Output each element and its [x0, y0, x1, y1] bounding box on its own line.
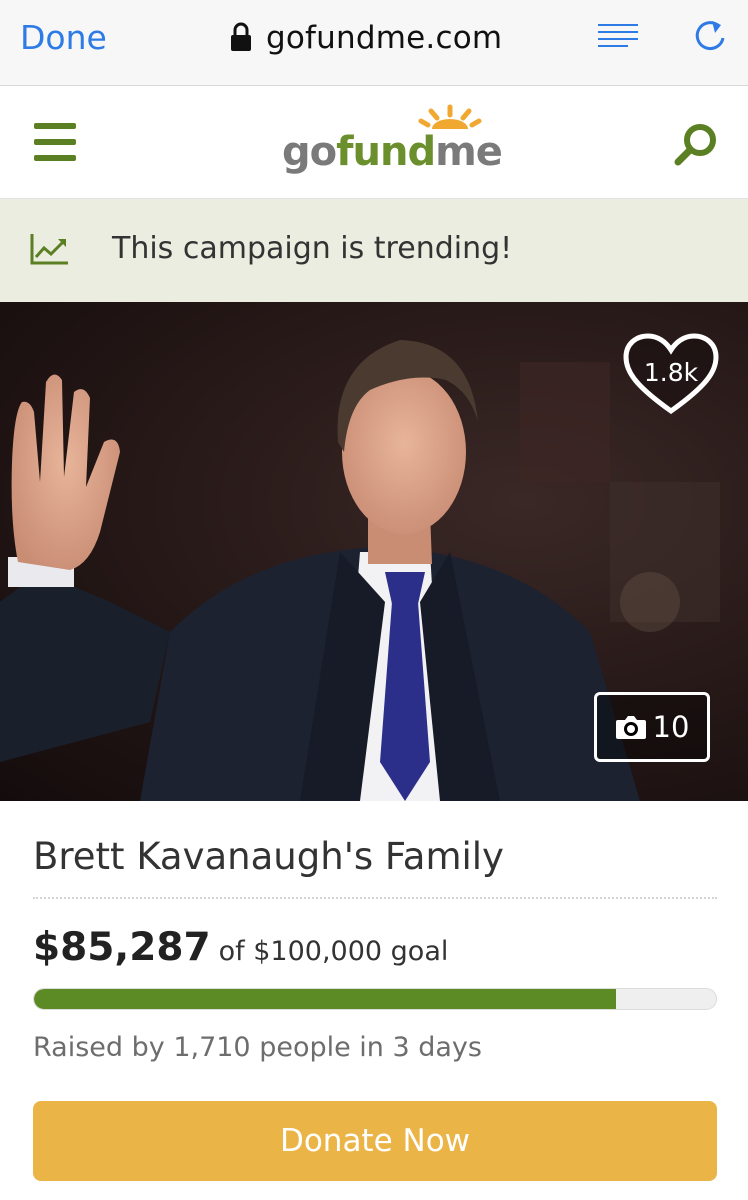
- lock-icon: [230, 22, 252, 54]
- address-bar[interactable]: gofundme.com: [230, 18, 502, 58]
- progress-fill: [34, 989, 616, 1009]
- amount-row: $85,287 of $100,000 goal: [33, 925, 448, 970]
- campaign-photo[interactable]: 1.8k 10: [0, 302, 748, 801]
- camera-icon: [615, 714, 647, 740]
- done-button[interactable]: Done: [20, 18, 107, 57]
- reload-icon[interactable]: [690, 16, 730, 56]
- search-icon[interactable]: [672, 121, 720, 169]
- browser-bar: Done gofundme.com: [0, 0, 748, 86]
- progress-bar: [33, 988, 717, 1010]
- heart-count: 1.8k: [643, 358, 699, 387]
- heart-button[interactable]: 1.8k: [622, 332, 720, 416]
- trending-text: This campaign is trending!: [112, 231, 513, 266]
- raised-amount: $85,287: [33, 925, 211, 970]
- donate-now-button[interactable]: Donate Now: [33, 1101, 717, 1181]
- reader-icon[interactable]: [596, 22, 640, 52]
- campaign-title[interactable]: Brett Kavanaugh's Family: [33, 835, 504, 878]
- goal-text: of $100,000 goal: [218, 936, 449, 967]
- photo-count: 10: [652, 710, 690, 744]
- photo-gallery-button[interactable]: 10: [594, 692, 710, 762]
- trending-chart-icon: [30, 232, 70, 266]
- raised-by-text: Raised by 1,710 people in 3 days: [33, 1032, 482, 1063]
- menu-icon[interactable]: [34, 123, 78, 161]
- site-header: gofundme: [0, 87, 748, 199]
- url-text: gofundme.com: [266, 20, 503, 56]
- gofundme-logo[interactable]: gofundme: [282, 101, 503, 187]
- divider: [33, 897, 717, 899]
- trending-banner: This campaign is trending!: [0, 199, 748, 302]
- logo-wordmark: gofundme: [282, 129, 503, 175]
